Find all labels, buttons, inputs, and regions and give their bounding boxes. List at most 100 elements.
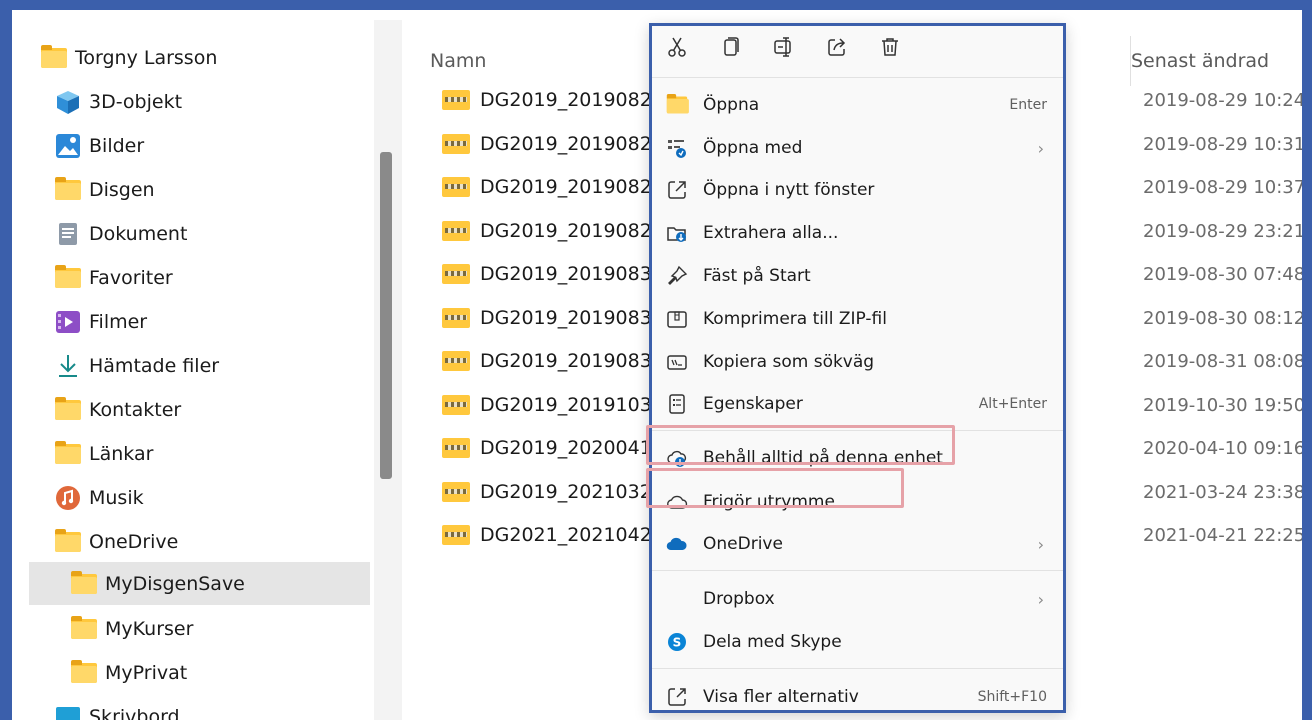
folder-icon xyxy=(55,396,81,423)
zip-folder-icon xyxy=(442,90,470,110)
nav-item-filmer[interactable]: Filmer xyxy=(29,300,370,343)
nav-item-label: Kontakter xyxy=(89,398,182,421)
file-row[interactable]: DG2021_2021042 xyxy=(442,517,652,553)
file-row[interactable]: DG2019_2019082 xyxy=(442,169,652,205)
menu-item-label: Öppna med xyxy=(703,138,803,158)
menu-item-properties[interactable]: Egenskaper Alt+Enter xyxy=(652,384,1063,424)
column-header-name[interactable]: Namn xyxy=(430,50,486,72)
file-row[interactable]: DG2019_2019082 xyxy=(442,82,652,118)
file-modified-date: 2020-04-10 09:16 xyxy=(1143,438,1306,459)
file-row[interactable]: DG2019_2020041 xyxy=(442,430,652,466)
menu-item-show-more[interactable]: Visa fler alternativ Shift+F10 xyxy=(652,677,1063,717)
nav-item-lankar[interactable]: Länkar xyxy=(29,432,370,475)
nav-item-disgen[interactable]: Disgen xyxy=(29,168,370,211)
document-icon xyxy=(55,221,81,247)
folder-icon xyxy=(71,659,97,686)
nav-item-label: Favoriter xyxy=(89,266,173,289)
pictures-icon xyxy=(55,133,81,159)
menu-item-open-new-window[interactable]: Öppna i nytt fönster xyxy=(652,170,1063,210)
onedrive-icon xyxy=(665,532,689,556)
file-row[interactable]: DG2019_2019083 xyxy=(442,300,652,336)
file-modified-date: 2019-08-29 10:37 xyxy=(1143,177,1306,198)
share-icon[interactable] xyxy=(824,34,850,60)
svg-text:S: S xyxy=(673,636,682,650)
menu-item-shortcut: Alt+Enter xyxy=(978,396,1047,412)
menu-separator xyxy=(652,430,1063,431)
menu-item-pin-to-start[interactable]: Fäst på Start xyxy=(652,256,1063,296)
delete-icon[interactable] xyxy=(877,34,903,60)
open-with-icon xyxy=(665,136,689,160)
nav-item-label: OneDrive xyxy=(89,530,179,553)
menu-item-onedrive[interactable]: OneDrive › xyxy=(652,524,1063,564)
nav-item-favoriter[interactable]: Favoriter xyxy=(29,256,370,299)
nav-scrollbar[interactable] xyxy=(380,152,392,479)
menu-item-label: Öppna i nytt fönster xyxy=(703,180,875,200)
file-row[interactable]: DG2019_2019083 xyxy=(442,343,652,379)
menu-item-label: OneDrive xyxy=(703,534,783,554)
nav-item-torgny-larsson[interactable]: Torgny Larsson xyxy=(29,36,370,79)
file-modified-date: 2019-08-29 23:21 xyxy=(1143,221,1306,242)
menu-item-extract-all[interactable]: Extrahera alla... xyxy=(652,213,1063,253)
menu-item-label: Egenskaper xyxy=(703,394,803,414)
nav-item-dokument[interactable]: Dokument xyxy=(29,212,370,255)
copy-icon[interactable] xyxy=(718,34,744,60)
nav-item-bilder[interactable]: Bilder xyxy=(29,124,370,167)
explorer-window: Torgny Larsson 3D-objekt Bilder Disgen D… xyxy=(0,0,1312,720)
nav-item-label: Musik xyxy=(89,486,144,509)
file-row[interactable]: DG2019_2021032 xyxy=(442,474,652,510)
file-name: DG2019_2019082 xyxy=(480,89,652,111)
menu-item-label: Öppna xyxy=(703,95,760,115)
menu-item-open-with[interactable]: Öppna med › xyxy=(652,128,1063,168)
folder-icon xyxy=(71,615,97,642)
nav-item-label: MyPrivat xyxy=(105,661,188,684)
show-more-options-icon xyxy=(665,685,689,709)
desktop-icon xyxy=(55,704,81,720)
file-row[interactable]: DG2019_2019082 xyxy=(442,213,652,249)
menu-item-label: Fäst på Start xyxy=(703,266,811,286)
menu-item-compress-zip[interactable]: Komprimera till ZIP-fil xyxy=(652,299,1063,339)
menu-item-dropbox[interactable]: Dropbox › xyxy=(652,579,1063,619)
nav-item-mykurser[interactable]: MyKurser xyxy=(29,607,370,650)
nav-item-skrivbord[interactable]: Skrivbord xyxy=(29,695,370,720)
nav-item-myprivat[interactable]: MyPrivat xyxy=(29,651,370,694)
file-row[interactable]: DG2019_2019103 xyxy=(442,387,652,423)
menu-item-free-up-space[interactable]: Frigör utrymme xyxy=(652,482,1063,522)
nav-item-mydisgensave[interactable]: MyDisgenSave xyxy=(29,562,370,605)
nav-item-label: 3D-objekt xyxy=(89,90,183,113)
nav-item-label: Länkar xyxy=(89,442,154,465)
chevron-right-icon: › xyxy=(1037,138,1044,158)
cut-icon[interactable] xyxy=(664,34,690,60)
file-row[interactable]: DG2019_2019082 xyxy=(442,126,652,162)
nav-item-label: Torgny Larsson xyxy=(75,46,218,69)
menu-item-label: Visa fler alternativ xyxy=(703,687,859,707)
properties-icon xyxy=(665,392,689,416)
folder-icon xyxy=(71,570,97,597)
column-header-modified[interactable]: Senast ändrad xyxy=(1131,50,1269,72)
skype-icon: S xyxy=(665,630,689,654)
nav-item-kontakter[interactable]: Kontakter xyxy=(29,388,370,431)
nav-item-3d-objekt[interactable]: 3D-objekt xyxy=(29,80,370,123)
menu-separator xyxy=(652,77,1063,78)
nav-item-onedrive[interactable]: OneDrive xyxy=(29,520,370,563)
file-row[interactable]: DG2019_2019083 xyxy=(442,256,652,292)
nav-item-musik[interactable]: Musik xyxy=(29,476,370,519)
menu-item-copy-as-path[interactable]: Kopiera som sökväg xyxy=(652,342,1063,382)
file-name: DG2019_2019083 xyxy=(480,307,652,329)
file-name: DG2019_2019082 xyxy=(480,133,652,155)
menu-item-share-skype[interactable]: S Dela med Skype xyxy=(652,622,1063,662)
nav-item-hamtade-filer[interactable]: Hämtade filer xyxy=(29,344,370,387)
folder-icon xyxy=(55,176,81,203)
video-icon xyxy=(55,309,81,335)
menu-item-always-keep[interactable]: Behåll alltid på denna enhet xyxy=(652,438,1063,478)
file-name: DG2019_2019082 xyxy=(480,176,652,198)
rename-icon[interactable] xyxy=(771,34,797,60)
navigation-pane: Torgny Larsson 3D-objekt Bilder Disgen D… xyxy=(29,36,374,720)
zip-folder-icon xyxy=(442,177,470,197)
menu-separator xyxy=(652,570,1063,571)
file-name: DG2019_2021032 xyxy=(480,481,652,503)
menu-item-open[interactable]: Öppna Enter xyxy=(652,85,1063,125)
context-menu: Öppna Enter Öppna med › Öppna i nytt fön… xyxy=(649,23,1066,713)
nav-item-label: Disgen xyxy=(89,178,155,201)
folder-icon xyxy=(55,264,81,291)
cube-icon xyxy=(55,89,81,115)
